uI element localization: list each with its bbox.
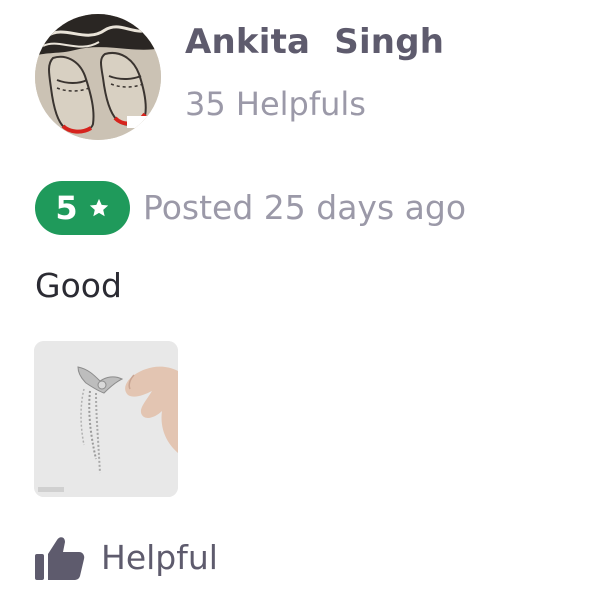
helpful-label: Helpful (101, 538, 218, 577)
rating-value: 5 (55, 189, 78, 227)
henna-feet-avatar-image (35, 14, 161, 140)
earring-photo-image (34, 341, 178, 497)
helpful-button[interactable]: Helpful (35, 532, 218, 584)
posted-time: Posted 25 days ago (143, 188, 467, 227)
review-photo[interactable] (34, 341, 178, 497)
review-text: Good (35, 266, 122, 305)
thumbs-up-icon (35, 537, 85, 580)
user-name: Ankita Singh (185, 22, 445, 62)
avatar[interactable] (35, 14, 161, 140)
helpful-count: 35 Helpfuls (185, 85, 366, 123)
rating-badge: 5 (35, 181, 130, 235)
star-icon (89, 198, 108, 217)
